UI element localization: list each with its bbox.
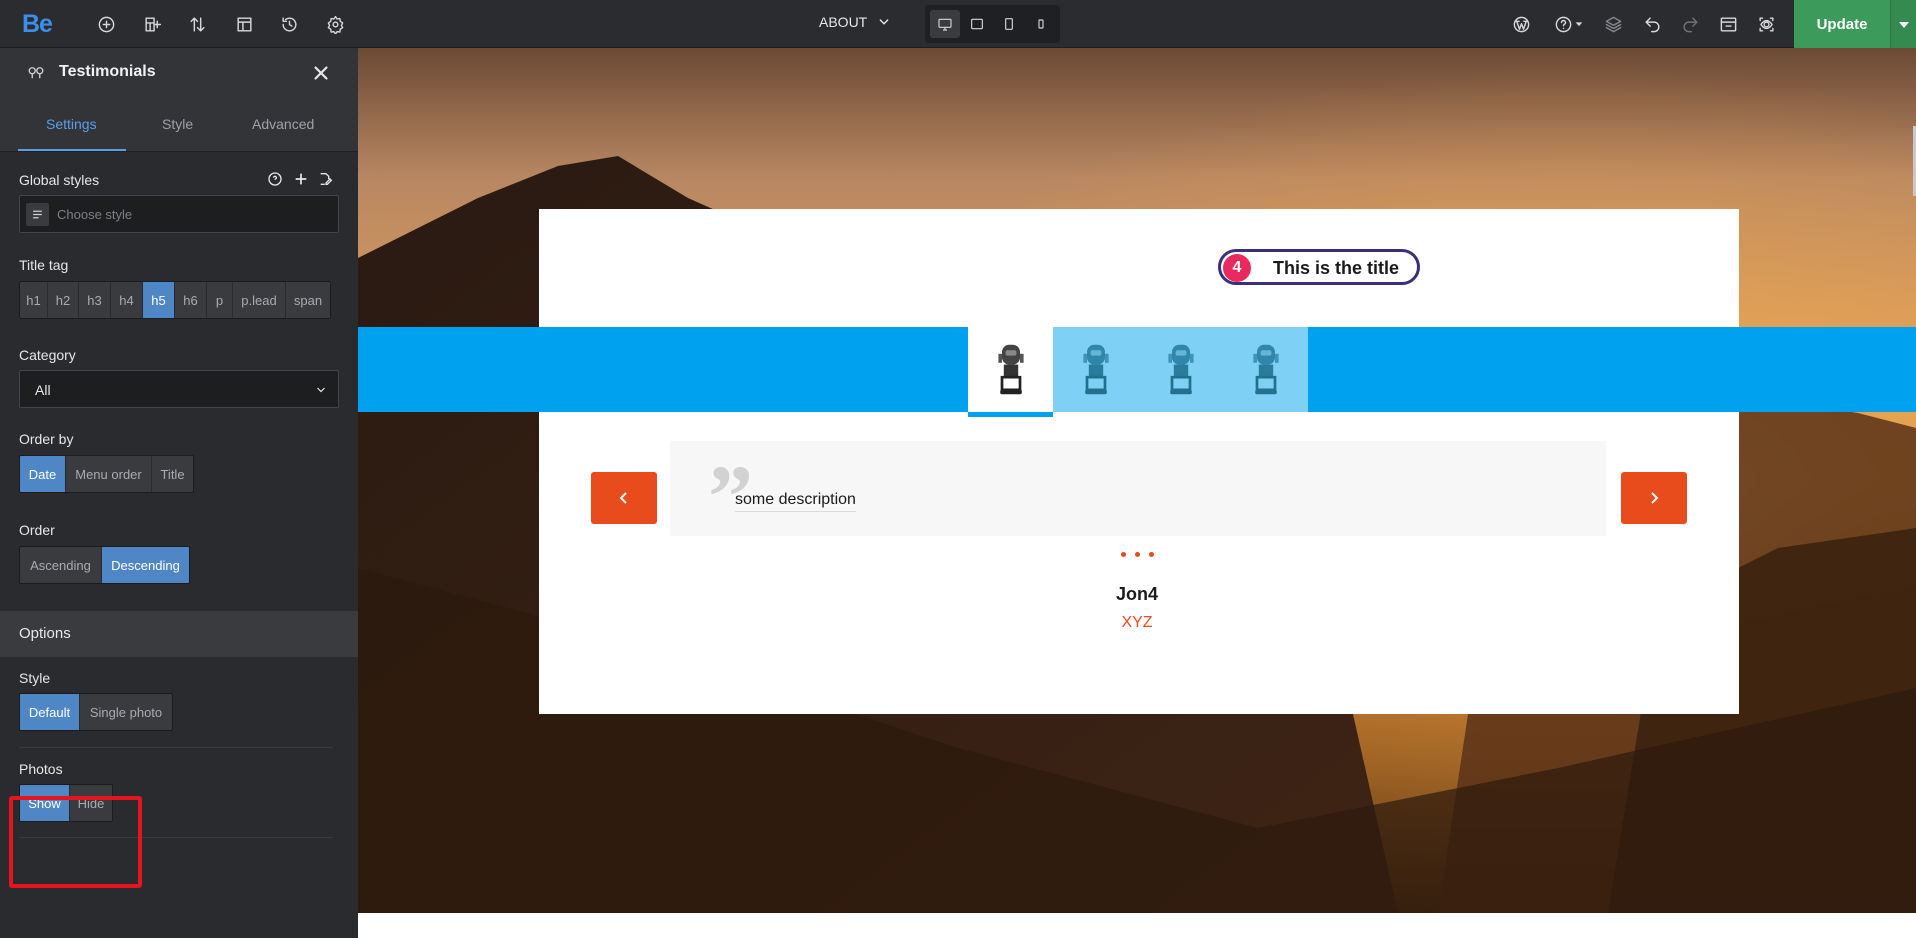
add-element-icon[interactable]: [94, 12, 118, 36]
redo-icon[interactable]: [1678, 12, 1702, 36]
sidebar-tabs: Settings Style Advanced: [0, 98, 358, 152]
title-tag-p[interactable]: p: [207, 282, 233, 318]
top-toolbar: Be ABOUT Update: [0, 0, 1916, 48]
title-tag-span[interactable]: span: [286, 282, 330, 318]
add-style-icon[interactable]: [293, 171, 309, 187]
options-section-header[interactable]: Options: [0, 611, 358, 657]
settings-sidebar: Testimonials Settings Style Advanced Glo…: [0, 48, 358, 938]
chevron-right-icon: [1651, 492, 1659, 504]
robot-avatar-icon: [997, 344, 1024, 394]
highlight-box: [9, 796, 142, 888]
chevron-down-icon: [317, 387, 325, 393]
thumbnail-4[interactable]: [1223, 327, 1308, 412]
order-label: Order: [19, 522, 55, 538]
title-tag-p-lead[interactable]: p.lead: [233, 282, 286, 318]
export-icon[interactable]: [1716, 12, 1740, 36]
app-logo[interactable]: Be: [22, 10, 53, 39]
previous-testimonial-button[interactable]: [591, 472, 657, 524]
sort-icon[interactable]: [185, 12, 209, 36]
mobile-view-icon[interactable]: [1026, 10, 1056, 38]
wordpress-icon[interactable]: [1509, 12, 1533, 36]
robot-avatar-icon: [1252, 344, 1279, 394]
layers-icon[interactable]: [1601, 12, 1625, 36]
category-select[interactable]: All: [19, 370, 339, 408]
templates-icon[interactable]: [232, 12, 256, 36]
testimonial-description: some description: [735, 491, 856, 512]
style-label: Style: [19, 670, 51, 686]
style-single-photo[interactable]: Single photo: [80, 694, 172, 730]
thumbnail-2[interactable]: [1053, 327, 1138, 412]
history-icon[interactable]: [277, 12, 301, 36]
title-tag-group: h1 h2 h3 h4 h5 h6 p p.lead span: [19, 281, 331, 319]
sidebar-header: Testimonials: [0, 48, 358, 98]
edit-style-icon[interactable]: [318, 171, 334, 187]
order-by-title[interactable]: Title: [152, 456, 193, 492]
active-thumbnail-indicator: [968, 412, 1053, 417]
page-canvas: 4 This is the title ” some description J…: [358, 48, 1916, 938]
help-dropdown-icon[interactable]: [1572, 12, 1586, 36]
help-icon[interactable]: [267, 171, 283, 187]
next-testimonial-button[interactable]: [1621, 472, 1687, 524]
style-group: Default Single photo: [19, 693, 173, 731]
category-value: All: [35, 382, 51, 398]
order-by-date[interactable]: Date: [20, 456, 66, 492]
tablet-landscape-icon[interactable]: [962, 10, 992, 38]
sidebar-title: Testimonials: [59, 63, 156, 80]
global-style-select[interactable]: Choose style: [19, 195, 339, 233]
chevron-left-icon: [619, 492, 627, 504]
active-tab-indicator: [18, 149, 126, 151]
order-group: Ascending Descending: [19, 546, 190, 584]
order-by-label: Order by: [19, 431, 74, 447]
section-title-pill: 4 This is the title: [1218, 249, 1420, 285]
order-ascending[interactable]: Ascending: [20, 547, 102, 583]
undo-icon[interactable]: [1640, 12, 1664, 36]
title-number-badge: 4: [1223, 254, 1251, 282]
chevron-down-icon: [879, 19, 889, 25]
quote-icon: [28, 67, 44, 79]
page-selector[interactable]: ABOUT: [819, 14, 891, 30]
order-descending[interactable]: Descending: [102, 547, 189, 583]
preview-icon[interactable]: [1754, 12, 1778, 36]
photos-label: Photos: [19, 761, 63, 777]
title-tag-h1[interactable]: h1: [20, 282, 48, 318]
thumbnail-1[interactable]: [968, 327, 1053, 412]
order-by-group: Date Menu order Title: [19, 455, 194, 493]
robot-avatar-icon: [1167, 344, 1194, 394]
tab-settings[interactable]: Settings: [46, 116, 97, 132]
category-label: Category: [19, 347, 76, 363]
testimonial-company: XYZ: [1121, 614, 1153, 631]
title-tag-h2[interactable]: h2: [48, 282, 79, 318]
title-tag-h4[interactable]: h4: [111, 282, 143, 318]
close-icon[interactable]: [310, 62, 332, 84]
robot-avatar-icon: [1082, 344, 1109, 394]
update-button[interactable]: Update: [1794, 0, 1890, 48]
global-style-placeholder: Choose style: [57, 207, 133, 222]
tablet-portrait-icon[interactable]: [994, 10, 1024, 38]
page-name: ABOUT: [819, 14, 868, 30]
testimonial-author: Jon4: [1115, 584, 1158, 604]
tab-style[interactable]: Style: [162, 116, 193, 132]
device-switcher: [925, 5, 1060, 43]
decorative-dots: [1121, 552, 1154, 557]
tab-advanced[interactable]: Advanced: [252, 116, 314, 132]
thumbnail-3[interactable]: [1138, 327, 1223, 412]
divider: [19, 747, 333, 748]
title-tag-h3[interactable]: h3: [79, 282, 111, 318]
add-layout-icon[interactable]: [140, 12, 164, 36]
title-tag-h6[interactable]: h6: [175, 282, 207, 318]
desktop-view-icon[interactable]: [930, 10, 960, 38]
options-section-title: Options: [19, 625, 71, 642]
testimonial-thumbnails: [968, 327, 1308, 412]
style-default[interactable]: Default: [20, 694, 80, 730]
settings-icon[interactable]: [323, 12, 347, 36]
update-options-dropdown[interactable]: [1890, 0, 1916, 48]
caret-down-icon: [1898, 22, 1909, 28]
global-styles-label: Global styles: [19, 172, 100, 188]
title-tag-label: Title tag: [19, 257, 69, 273]
list-icon: [26, 203, 49, 226]
order-by-menu-order[interactable]: Menu order: [66, 456, 152, 492]
section-title: This is the title: [1273, 258, 1400, 278]
testimonial-quote-box: ” some description: [670, 441, 1606, 543]
title-tag-h5[interactable]: h5: [143, 282, 175, 318]
